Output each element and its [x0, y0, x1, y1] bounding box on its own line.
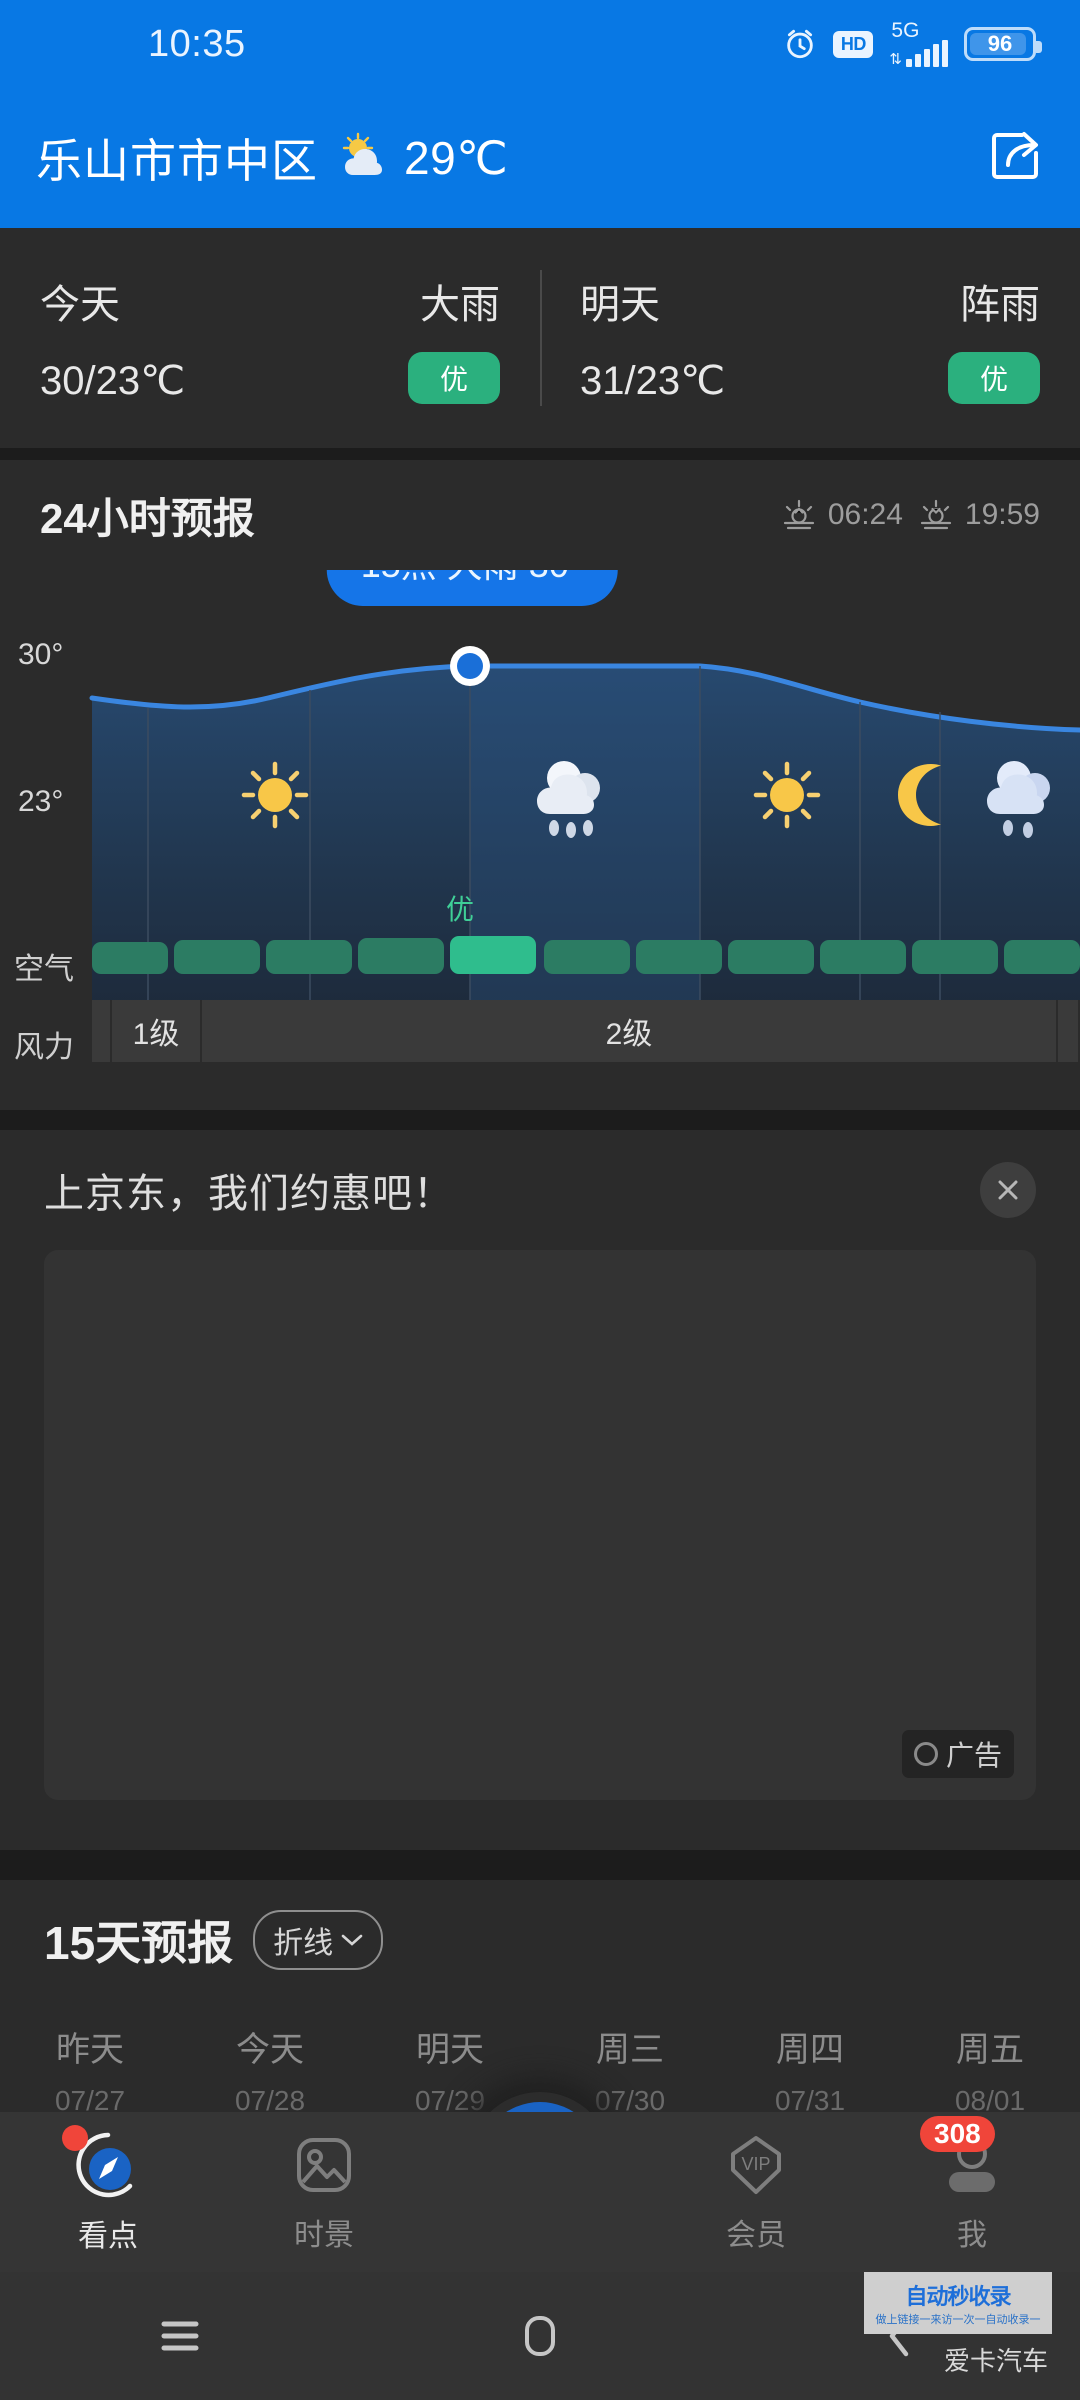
ad-label-badge: 广告	[901, 1730, 1014, 1778]
battery-indicator: 96	[964, 27, 1042, 61]
today-label: 今天	[40, 283, 120, 327]
hourly-title: 24小时预报	[40, 494, 255, 542]
chevron-down-icon	[341, 1934, 363, 1946]
alarm-clock-icon	[787, 29, 814, 59]
tomorrow-condition: 阵雨	[960, 283, 1040, 327]
wind-level-row: 1级 2级	[92, 1000, 1080, 1062]
battery-percent: 96	[987, 31, 1013, 56]
day-label: 周三	[596, 2031, 664, 2069]
tomorrow-label: 明天	[580, 283, 660, 327]
tomorrow-aqi-badge: 优	[948, 352, 1040, 404]
app-screen: 10:35 HD 5G ⇅ 96 乐山市市中区 29℃ 今天 大雨 30/23℃…	[0, 0, 1080, 2400]
sunset-group: 19:59	[917, 496, 1040, 534]
list-item[interactable]: 昨天 07/27	[0, 1998, 180, 2118]
air-quality-bar-selected	[450, 936, 536, 974]
watermark-line1: 自动秒收录	[905, 2284, 1011, 2309]
share-button[interactable]	[988, 127, 1044, 190]
nav-label: 时景	[294, 2219, 354, 2252]
today-aqi-badge: 优	[408, 352, 500, 404]
day-label: 昨天	[56, 2031, 124, 2069]
list-item[interactable]: 周四 07/31	[720, 1998, 900, 2118]
app-header: 乐山市市中区 29℃	[0, 88, 1080, 228]
signal-bars: ⇅	[889, 40, 948, 68]
air-quality-bars	[92, 936, 1080, 974]
wind-segment: 1级	[112, 1000, 202, 1062]
sunrise-group: 06:24	[780, 496, 903, 534]
day-label: 今天	[236, 2031, 304, 2069]
watermark-badge: 自动秒收录 做上链接一来访一次一自动收录一	[864, 2272, 1052, 2334]
tomorrow-card[interactable]: 明天 阵雨 31/23℃ 优	[540, 228, 1080, 448]
nav-item-vip[interactable]: VIP 会员	[648, 2130, 864, 2254]
android-home-button[interactable]	[480, 2310, 600, 2362]
ad-info-icon	[913, 1742, 938, 1766]
sun-behind-cloud-icon	[342, 132, 382, 175]
list-item[interactable]: 周五 08/01	[900, 1998, 1080, 2118]
sun-times: 06:24 19:59	[780, 496, 1040, 534]
fifteen-day-title: 15天预报	[44, 1917, 234, 1969]
status-badge: 308	[920, 2116, 995, 2152]
chart-mode-label: 折线	[273, 1927, 334, 1960]
wind-segment: 2级	[202, 1000, 1058, 1062]
network-type-label: 5G	[891, 19, 920, 42]
day-label: 明天	[416, 2031, 484, 2069]
rain-cloud-icon	[987, 761, 1050, 838]
page-title[interactable]: 乐山市市中区	[36, 125, 318, 191]
day-label: 周五	[956, 2031, 1024, 2069]
selected-aqi-label: 优	[446, 894, 475, 925]
today-condition: 大雨	[420, 283, 500, 327]
menu-icon	[161, 2321, 199, 2351]
hourly-header: 24小时预报 06:24 19:59	[0, 460, 1080, 570]
tomorrow-temperature: 31/23℃	[580, 359, 726, 403]
day-label: 周四	[776, 2031, 844, 2069]
ad-badge-text: 广告	[945, 1740, 1002, 1771]
home-icon	[525, 2316, 555, 2356]
nav-item-kandian[interactable]: 看点	[0, 2125, 216, 2255]
watermark-corner: 爱卡汽车	[943, 2346, 1048, 2376]
list-item[interactable]: 今天 07/28	[180, 1998, 360, 2118]
hourly-temperature-chart[interactable]: 15点 大雨 30° 30° 23° 空气 风力	[0, 570, 1080, 1110]
signal-indicator: 5G ⇅	[889, 19, 948, 68]
nav-item-shijing[interactable]: 时景	[216, 2130, 432, 2254]
fifteen-day-header: 15天预报 折线	[0, 1880, 1080, 2000]
sunrise-icon	[783, 499, 814, 530]
moon-icon	[898, 764, 941, 826]
status-time: 10:35	[148, 22, 246, 65]
notification-dot	[62, 2125, 88, 2151]
svg-text:VIP: VIP	[741, 2154, 770, 2174]
advertisement-card[interactable]: 上京东，我们约惠吧！ 广告	[0, 1130, 1080, 1850]
data-arrows-icon: ⇅	[889, 51, 902, 68]
sunrise-time: 06:24	[827, 498, 903, 531]
ad-media-area[interactable]: 广告	[44, 1250, 1036, 1800]
sunset-time: 19:59	[964, 498, 1040, 531]
status-icons: HD 5G ⇅ 96	[783, 19, 1042, 68]
nav-label: 看点	[78, 2220, 138, 2253]
close-icon	[998, 1180, 1018, 1200]
android-menu-button[interactable]	[120, 2314, 240, 2358]
header-temperature: 29℃	[404, 132, 509, 184]
ad-header: 上京东，我们约惠吧！	[0, 1130, 1080, 1250]
rain-cloud-icon	[537, 761, 600, 838]
hd-icon: HD	[833, 30, 874, 58]
today-card[interactable]: 今天 大雨 30/23℃ 优	[0, 228, 540, 448]
photo-icon	[297, 2138, 351, 2192]
sunset-icon	[920, 499, 952, 530]
ad-title: 上京东，我们约惠吧！	[44, 1172, 454, 1216]
status-bar: 10:35 HD 5G ⇅ 96	[0, 0, 1080, 88]
nav-label: 我	[957, 2219, 987, 2252]
sun-icon	[753, 761, 821, 829]
vip-diamond-icon: VIP	[731, 2136, 781, 2194]
sun-icon	[241, 761, 309, 829]
nav-label: 会员	[726, 2219, 786, 2252]
ad-close-button[interactable]	[980, 1162, 1036, 1218]
bottom-navigation: 看点 时景 VIP 会员 308 我	[0, 2112, 1080, 2272]
today-temperature: 30/23℃	[40, 359, 186, 403]
hourly-forecast-card: 24小时预报 06:24 19:59 30° 23° 空气 风力 优 1级 2级	[0, 460, 1080, 1514]
chart-mode-selector[interactable]: 折线	[253, 1910, 384, 1970]
nav-item-me[interactable]: 308 我	[864, 2116, 1080, 2254]
watermark-line2: 做上链接一来访一次一自动收录一	[875, 2314, 1041, 2326]
day-summary-strip: 今天 大雨 30/23℃ 优 明天 阵雨 31/23℃ 优	[0, 228, 1080, 448]
share-icon	[992, 131, 1038, 179]
